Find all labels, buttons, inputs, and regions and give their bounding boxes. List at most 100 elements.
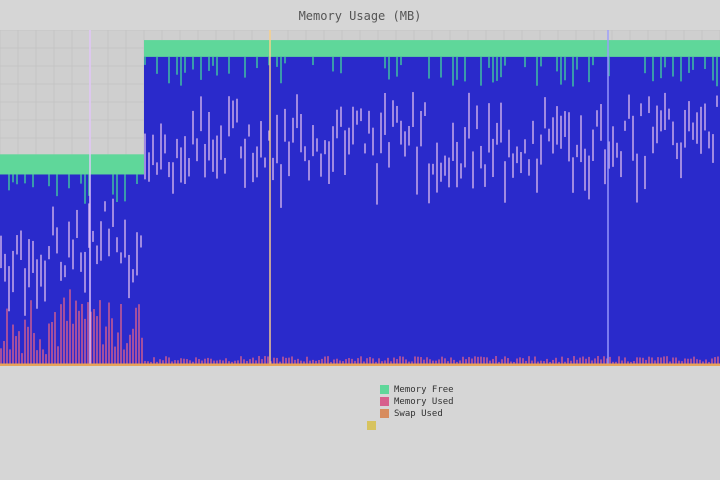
series-memory-free-drip xyxy=(32,174,34,188)
series-memory-used-bar xyxy=(3,341,5,366)
series-band-spike xyxy=(468,92,470,139)
series-memory-free-drip xyxy=(540,56,542,67)
series-band-spike xyxy=(712,134,714,163)
series-band-spike xyxy=(596,110,598,127)
series-band-spike xyxy=(620,151,622,178)
series-band-spike xyxy=(696,112,698,144)
series-band-spike xyxy=(40,254,42,287)
series-band-spike xyxy=(28,239,30,288)
series-memory-free-drip xyxy=(536,56,538,86)
series-band-spike xyxy=(304,146,306,162)
series-memory-used-bar xyxy=(111,318,113,366)
series-memory-free-drip xyxy=(592,56,594,66)
series-band-spike xyxy=(528,159,530,176)
series-band-spike xyxy=(564,111,566,137)
series-band-spike xyxy=(332,126,334,172)
series-band-spike xyxy=(592,129,594,161)
series-band-spike xyxy=(36,259,38,309)
series-band-spike xyxy=(344,130,346,175)
series-memory-used-bar xyxy=(117,332,119,366)
series-band-spike xyxy=(288,141,290,177)
series-band-spike xyxy=(540,134,542,165)
legend-swatch-memory-free xyxy=(380,385,389,394)
series-band-spike xyxy=(416,146,418,195)
series-band-spike xyxy=(176,138,178,159)
series-band-spike xyxy=(44,260,46,302)
series-band-spike xyxy=(464,127,466,168)
series-band-spike xyxy=(668,108,670,120)
series-memory-free-drip xyxy=(256,56,258,69)
series-band-spike xyxy=(124,219,126,258)
series-band-spike xyxy=(156,162,158,175)
series-band-spike xyxy=(308,160,310,181)
series-band-spike xyxy=(500,102,502,143)
series-band-spike xyxy=(648,96,650,114)
series-memory-free-drip xyxy=(496,56,498,81)
series-memory-free-drip xyxy=(492,56,494,83)
series-memory-free-drip xyxy=(440,56,442,78)
series-memory-free-drip xyxy=(400,56,402,66)
series-band-spike xyxy=(168,162,170,178)
series-main-fill-segment-1 xyxy=(144,56,720,366)
series-memory-free-drip xyxy=(504,56,506,66)
series-band-spike xyxy=(316,138,318,152)
series-band-spike xyxy=(544,97,546,129)
series-band-spike xyxy=(188,158,190,177)
series-band-spike xyxy=(680,142,682,179)
series-band-spike xyxy=(312,125,314,157)
series-band-spike xyxy=(4,253,6,282)
series-memory-used-bar xyxy=(57,346,59,366)
series-band-spike xyxy=(576,144,578,158)
series-band-spike xyxy=(52,206,54,236)
series-band-spike xyxy=(636,153,638,203)
series-memory-free-drip xyxy=(556,56,558,72)
series-band-spike xyxy=(588,155,590,200)
series-band-spike xyxy=(516,146,518,164)
series-band-spike xyxy=(64,265,66,278)
series-band-spike xyxy=(488,103,490,153)
legend-panel: Memory Free Memory Used Swap Used xyxy=(0,380,720,480)
series-memory-used-bar xyxy=(135,307,137,366)
series-memory-used-bar xyxy=(102,344,104,366)
series-band-spike xyxy=(144,133,146,180)
series-band-spike xyxy=(12,250,14,293)
series-memory-free-drip xyxy=(24,174,26,184)
series-memory-free-drip xyxy=(660,56,662,79)
series-memory-free-drip xyxy=(312,56,314,66)
memory-usage-chart xyxy=(0,30,720,366)
series-band-spike xyxy=(148,152,150,182)
series-memory-free-drip xyxy=(244,56,246,78)
legend-swatch-yellow xyxy=(367,421,376,430)
series-memory-free-drip xyxy=(480,56,482,86)
series-band-spike xyxy=(292,117,294,143)
series-memory-free-segment-1 xyxy=(144,40,720,59)
series-memory-free-drip xyxy=(672,56,674,77)
series-memory-used-bar xyxy=(33,333,35,366)
series-band-spike xyxy=(492,138,494,178)
series-band-spike xyxy=(160,123,162,170)
series-band-spike xyxy=(208,111,210,161)
series-band-spike xyxy=(300,114,302,153)
series-band-spike xyxy=(164,134,166,154)
series-band-spike xyxy=(136,232,138,276)
series-band-spike xyxy=(92,230,94,242)
series-band-spike xyxy=(16,235,18,255)
series-band-spike xyxy=(664,92,666,130)
series-memory-free-drip xyxy=(180,56,182,86)
series-band-spike xyxy=(388,142,390,168)
series-band-spike xyxy=(616,142,618,158)
series-band-spike xyxy=(584,148,586,191)
series-memory-free-drip xyxy=(212,56,214,66)
series-band-spike xyxy=(684,109,686,148)
series-memory-used-bar xyxy=(78,310,80,366)
series-band-spike xyxy=(328,141,330,184)
series-band-spike xyxy=(128,254,130,299)
series-band-spike xyxy=(508,129,510,158)
series-band-spike xyxy=(640,103,642,117)
series-band-spike xyxy=(376,163,378,205)
series-band-spike xyxy=(356,110,358,125)
series-memory-free-drip xyxy=(280,56,282,84)
series-band-spike xyxy=(256,146,258,178)
chart-title: Memory Usage (MB) xyxy=(298,9,422,23)
series-band-spike xyxy=(408,125,410,146)
